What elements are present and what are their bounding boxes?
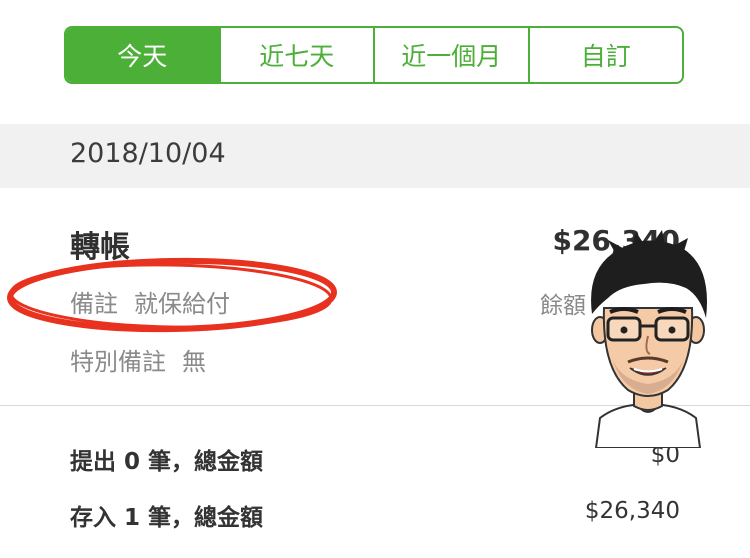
withdraw-summary-label: 提出 0 筆，總金額 [70, 449, 264, 475]
deposit-summary-value: $26,340 [584, 498, 680, 524]
tab-last-month[interactable]: 近一個月 [373, 28, 528, 82]
tab-today[interactable]: 今天 [66, 28, 219, 82]
annotation-ellipse [7, 257, 337, 333]
deposit-summary-label: 存入 1 筆，總金額 [70, 505, 264, 531]
cartoon-avatar-sticker [591, 230, 707, 448]
date-header: 2018/10/04 [70, 138, 226, 169]
special-note-row: 特別備註無 [70, 342, 206, 377]
special-note-label: 特別備註 [70, 348, 166, 376]
tab-last-7-days[interactable]: 近七天 [218, 28, 374, 82]
tab-custom[interactable]: 自訂 [527, 28, 683, 82]
date-range-segmented-control: 今天 近七天 近一個月 自訂 [64, 26, 684, 84]
special-note-value: 無 [182, 348, 206, 376]
